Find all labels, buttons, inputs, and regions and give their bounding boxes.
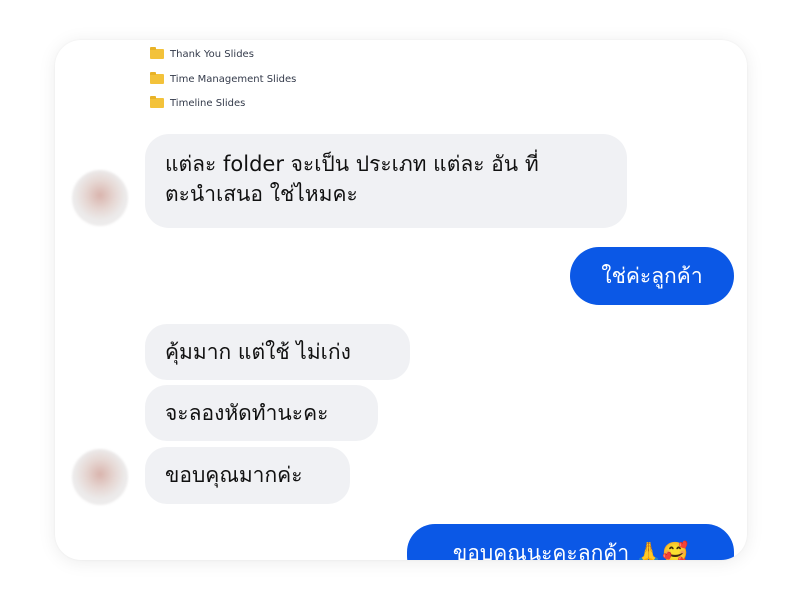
folder-name: Time Management Slides <box>170 73 297 85</box>
folder-item-time-management[interactable]: Time Management Slides <box>150 71 296 87</box>
chat-window: Thank You Slides Time Management Slides … <box>55 40 747 560</box>
message-bubble-incoming[interactable]: คุ้มมาก แต่ใช้ ไม่เก่ง <box>145 324 410 380</box>
folder-icon <box>150 72 164 84</box>
message-bubble-incoming[interactable]: จะลองหัดทำนะคะ <box>145 385 378 441</box>
folder-item-thank-you[interactable]: Thank You Slides <box>150 46 254 62</box>
folder-icon <box>150 96 164 108</box>
contact-avatar[interactable] <box>72 449 128 505</box>
folder-name: Thank You Slides <box>170 48 254 60</box>
folder-name: Timeline Slides <box>170 97 246 109</box>
message-text: ขอบคุณมากค่ะ <box>165 463 303 487</box>
message-text: ใช่ค่ะลูกค้า <box>601 264 703 288</box>
folder-item-timeline[interactable]: Timeline Slides <box>150 95 245 111</box>
contact-avatar[interactable] <box>72 170 128 226</box>
message-text: คุ้มมาก แต่ใช้ ไม่เก่ง <box>165 340 351 364</box>
message-text: ขอบคุณนะคะลูกค้า 🙏🥰 <box>452 541 689 560</box>
message-bubble-outgoing[interactable]: ใช่ค่ะลูกค้า <box>570 247 734 305</box>
message-bubble-outgoing[interactable]: ขอบคุณนะคะลูกค้า 🙏🥰 <box>407 524 734 560</box>
message-bubble-incoming[interactable]: แต่ละ folder จะเป็น ประเภท แต่ละ อัน ที่… <box>145 134 627 228</box>
message-text-line: ตะนำเสนอ ใช่ไหมคะ <box>165 182 358 206</box>
message-text-line: แต่ละ folder จะเป็น ประเภท แต่ละ อัน ที่ <box>165 152 539 176</box>
message-bubble-incoming[interactable]: ขอบคุณมากค่ะ <box>145 447 350 504</box>
message-text: จะลองหัดทำนะคะ <box>165 401 329 425</box>
folder-icon <box>150 47 164 59</box>
